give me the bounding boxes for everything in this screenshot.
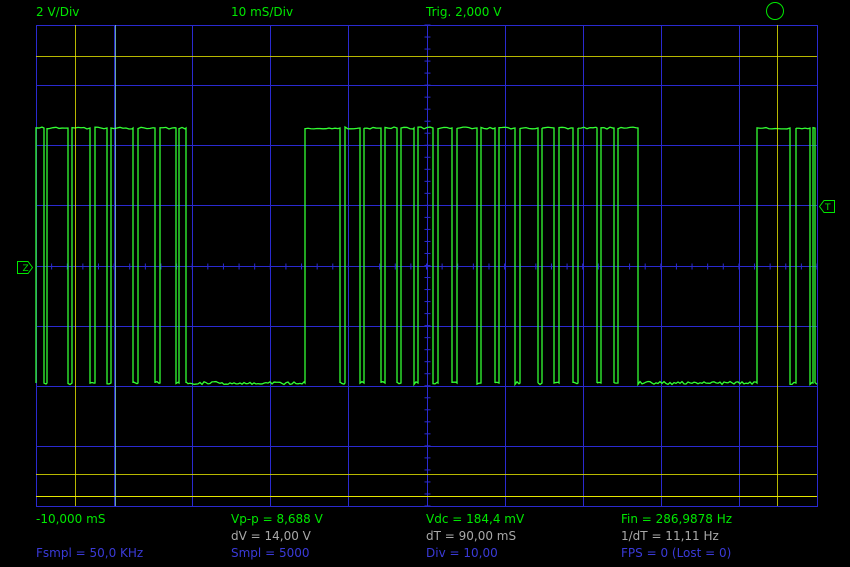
trigger-level-label[interactable]: Trig. 2,000 V <box>426 5 501 19</box>
time-per-div-label[interactable]: 10 mS/Div <box>231 5 293 19</box>
scope-display[interactable] <box>0 0 850 567</box>
fps-readout: FPS = 0 (Lost = 0) <box>621 546 731 560</box>
trigger-marker-label: T <box>824 203 831 213</box>
waveform-path <box>36 127 817 384</box>
dt-readout: dT = 90,00 mS <box>426 529 516 543</box>
vdc-readout: Vdc = 184,4 mV <box>426 512 524 526</box>
zero-marker-label: Z <box>23 264 29 274</box>
volts-per-div-label[interactable]: 2 V/Div <box>36 5 79 19</box>
graticule-grid <box>36 25 818 507</box>
signal-trace <box>36 127 817 384</box>
sample-rate-readout: Fsmpl = 50,0 KHz <box>36 546 143 560</box>
div-readout: Div = 10,00 <box>426 546 498 560</box>
inv-dt-readout: 1/dT = 11,11 Hz <box>621 529 719 543</box>
fin-readout: Fin = 286,9878 Hz <box>621 512 732 526</box>
zero-level-marker-icon[interactable]: Z <box>17 261 33 274</box>
vpp-readout: Vp-p = 8,688 V <box>231 512 323 526</box>
sample-count-readout: Smpl = 5000 <box>231 546 309 560</box>
dv-readout: dV = 14,00 V <box>231 529 311 543</box>
trigger-status-icon[interactable] <box>766 2 784 20</box>
trigger-level-marker-icon[interactable]: T <box>819 200 835 213</box>
time-offset-readout: -10,000 mS <box>36 512 105 526</box>
